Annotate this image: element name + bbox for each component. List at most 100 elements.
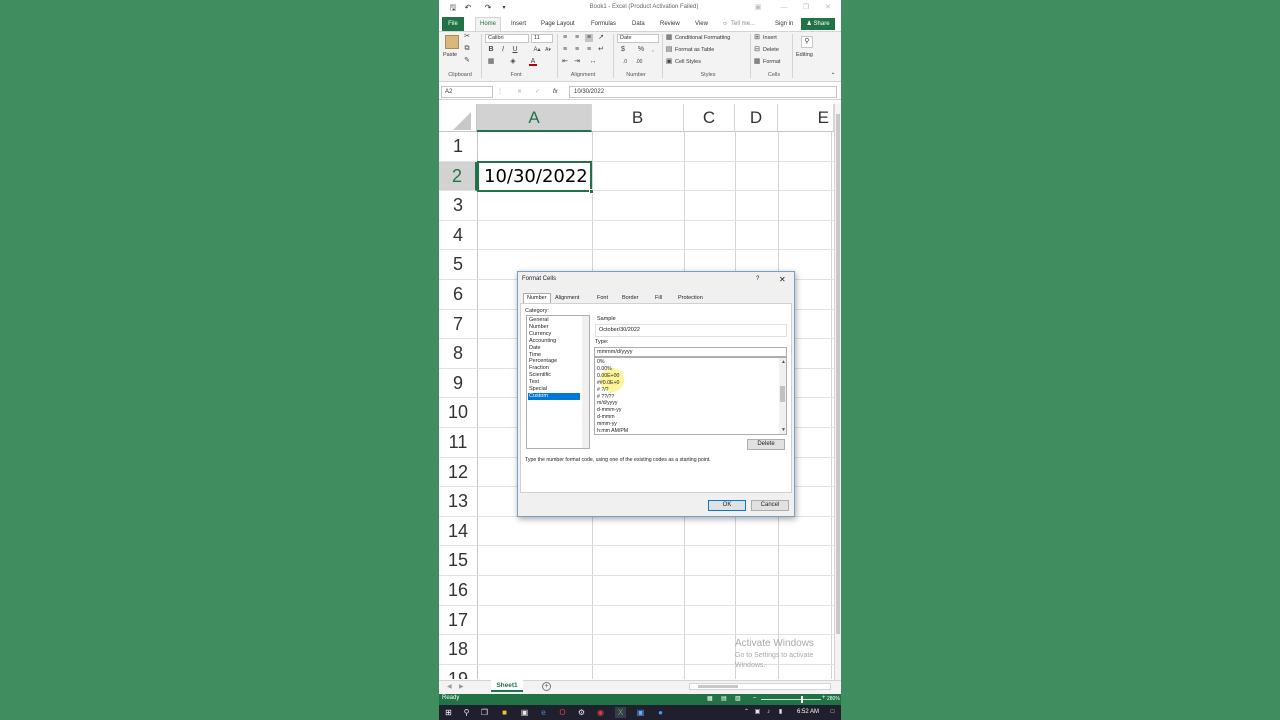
increase-indent-icon[interactable]: ⇥ [573, 58, 581, 66]
type-item[interactable]: d-mmm [597, 414, 615, 421]
vertical-scrollbar-thumb[interactable] [836, 114, 840, 634]
collapse-ribbon-icon[interactable]: ⌃ [829, 72, 837, 80]
align-bottom-icon[interactable]: ≡ [585, 34, 593, 42]
app-icon-2[interactable]: ◉ [595, 707, 606, 718]
dialog-help-button[interactable]: ? [756, 276, 759, 282]
search-icon[interactable]: ⚲ [461, 707, 472, 718]
undo-icon[interactable]: ↶ [463, 3, 473, 13]
column-header-b[interactable]: B [592, 104, 684, 132]
font-color-icon[interactable]: A [529, 58, 537, 66]
row-header[interactable]: 3 [439, 191, 477, 221]
store-icon[interactable]: ▣ [519, 707, 530, 718]
dialog-tab-protection[interactable]: Protection [675, 294, 706, 303]
align-left-icon[interactable]: ≡ [561, 46, 569, 54]
redo-icon[interactable]: ↷ [483, 3, 493, 13]
comma-style-icon[interactable]: , [649, 46, 657, 54]
tab-data[interactable]: Data [632, 19, 645, 29]
category-item[interactable]: Accounting [528, 338, 580, 345]
row-header[interactable]: 17 [439, 606, 477, 636]
tab-file[interactable]: File [442, 17, 464, 31]
dialog-tab-number[interactable]: Number [523, 293, 551, 303]
row-header[interactable]: 10 [439, 398, 477, 428]
row-header[interactable]: 14 [439, 517, 477, 547]
cancel-entry-icon[interactable]: ✕ [517, 88, 522, 96]
save-icon[interactable]: 🖫 [448, 3, 458, 13]
close-window-icon[interactable]: ✕ [821, 3, 835, 13]
scroll-down-icon[interactable]: ▼ [781, 427, 786, 433]
dialog-tab-alignment[interactable]: Alignment [552, 294, 582, 303]
opera-icon[interactable]: O [557, 707, 568, 718]
font-size-dropdown[interactable]: 11 [531, 34, 553, 43]
maximize-icon[interactable]: ❐ [799, 3, 813, 13]
increase-decimal-icon[interactable]: .0 [621, 58, 629, 66]
formula-bar-options-icon[interactable]: ⋮ [497, 88, 503, 96]
merge-center-icon[interactable]: ↔ [589, 58, 597, 66]
tab-view[interactable]: View [695, 19, 708, 29]
tab-formulas[interactable]: Formulas [591, 19, 616, 29]
app-icon[interactable]: ⚙ [576, 707, 587, 718]
zoom-level[interactable]: 280% [827, 696, 840, 702]
font-name-dropdown[interactable]: Calibri [485, 34, 529, 43]
type-item[interactable]: # ??/?? [597, 394, 614, 401]
currency-icon[interactable]: $ [619, 46, 627, 54]
row-header[interactable]: 12 [439, 458, 477, 488]
sheet-tab-sheet1[interactable]: Sheet1 [491, 680, 523, 692]
tab-review[interactable]: Review [660, 19, 680, 29]
row-header[interactable]: 11 [439, 428, 477, 458]
type-item[interactable]: 0% [597, 359, 605, 366]
category-item[interactable]: Percentage [528, 358, 580, 365]
file-explorer-icon[interactable]: ■ [499, 707, 510, 718]
column-header-a[interactable]: A [477, 104, 592, 132]
orientation-icon[interactable]: ↗ [597, 34, 605, 42]
vertical-scrollbar[interactable] [834, 104, 841, 680]
category-item[interactable]: Date [528, 345, 580, 352]
category-item[interactable]: General [528, 317, 580, 324]
row-header[interactable]: 19 [439, 665, 477, 679]
cut-icon[interactable]: ✂ [463, 33, 471, 41]
notifications-icon[interactable]: □ [827, 707, 838, 718]
share-button[interactable]: ♟ Share [801, 18, 835, 30]
show-hidden-icons-icon[interactable]: ⌃ [741, 707, 752, 718]
type-item[interactable]: 0.00% [597, 366, 612, 373]
type-item[interactable]: h:mm AM/PM [597, 428, 628, 435]
increase-font-size-icon[interactable]: A▴ [533, 46, 541, 54]
page-layout-view-icon[interactable]: ▤ [721, 695, 727, 702]
type-list-scrollbar[interactable] [779, 358, 786, 434]
tab-insert[interactable]: Insert [511, 19, 526, 29]
tab-home[interactable]: Home [475, 17, 502, 31]
previous-sheet-icon[interactable]: ◀ [447, 683, 452, 691]
page-break-view-icon[interactable]: ▧ [735, 695, 741, 702]
cell-styles-button[interactable]: Cell Styles [675, 58, 701, 66]
number-format-dropdown[interactable]: Date [617, 34, 659, 43]
column-header-e[interactable]: E [778, 104, 834, 132]
row-header[interactable]: 4 [439, 221, 477, 251]
column-header-d[interactable]: D [735, 104, 778, 132]
category-item[interactable]: Time [528, 352, 580, 359]
row-header[interactable]: 8 [439, 339, 477, 369]
horizontal-scrollbar[interactable] [689, 683, 831, 690]
type-item[interactable]: # ?/? [597, 387, 609, 394]
category-item[interactable]: Special [528, 386, 580, 393]
decrease-decimal-icon[interactable]: .00 [635, 58, 643, 66]
name-box[interactable]: A2 [441, 86, 493, 98]
fill-color-icon[interactable]: ◈ [509, 58, 517, 66]
cancel-button[interactable]: Cancel [751, 500, 789, 511]
horizontal-scrollbar-thumb[interactable] [698, 685, 738, 688]
conditional-formatting-button[interactable]: Conditional Formatting [675, 34, 730, 42]
category-scrollbar[interactable] [582, 316, 589, 448]
dialog-close-icon[interactable]: ✕ [779, 275, 786, 284]
scroll-up-icon[interactable]: ▲ [781, 359, 786, 365]
category-item[interactable]: Text [528, 379, 580, 386]
sign-in-link[interactable]: Sign in [775, 19, 793, 29]
delete-format-button[interactable]: Delete [747, 439, 785, 450]
app-icon-4[interactable]: ● [655, 707, 666, 718]
category-item[interactable]: Custom [528, 392, 580, 400]
wrap-text-icon[interactable]: ↵ [597, 46, 605, 54]
format-cells-button[interactable]: Format [763, 58, 780, 66]
type-item[interactable]: m/d/yyyy [597, 400, 617, 407]
row-header[interactable]: 6 [439, 280, 477, 310]
dialog-tab-font[interactable]: Font [594, 294, 611, 303]
tell-me-box[interactable]: Tell me... [731, 19, 755, 29]
type-list[interactable]: ▲ ▼ [594, 357, 787, 435]
app-icon-3[interactable]: ▣ [635, 707, 646, 718]
